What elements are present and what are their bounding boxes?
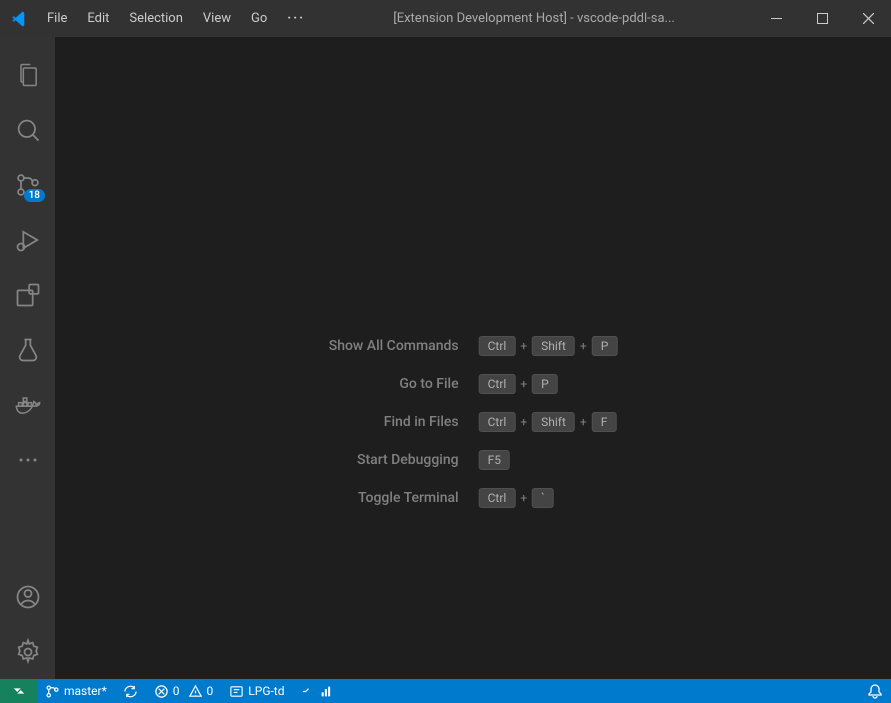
remote-button[interactable] <box>0 679 37 703</box>
branch-button[interactable]: master* <box>37 679 115 703</box>
shortcut-keys: Ctrl + P <box>479 374 618 394</box>
sync-button[interactable] <box>115 679 146 703</box>
settings-icon[interactable] <box>0 624 55 679</box>
source-control-icon[interactable]: 18 <box>0 157 55 212</box>
window-title: [Extension Development Host] - vscode-pd… <box>315 11 753 26</box>
key-plus: + <box>580 339 587 353</box>
vscode-logo <box>0 10 37 28</box>
shortcut-label: Start Debugging <box>329 452 459 468</box>
key-plus: + <box>580 415 587 429</box>
key: P <box>532 374 558 394</box>
key: Ctrl <box>479 412 516 432</box>
shortcut-label: Go to File <box>329 376 459 392</box>
key: ` <box>532 488 554 508</box>
shortcut-keys: F5 <box>479 450 618 470</box>
status-bar: master* 0 0 LPG-td <box>0 679 891 703</box>
key-plus: + <box>520 415 527 429</box>
key: F5 <box>479 450 510 470</box>
key: Shift <box>532 412 575 432</box>
menu-edit[interactable]: Edit <box>77 5 119 32</box>
key: P <box>592 336 618 356</box>
scm-badge: 18 <box>24 189 45 202</box>
planner-name: LPG-td <box>248 684 284 698</box>
error-count: 0 <box>173 684 180 698</box>
activity-bar: 18 <box>0 37 55 679</box>
key-plus: + <box>520 377 527 391</box>
key: Ctrl <box>479 336 516 356</box>
shortcut-keys: Ctrl + Shift + F <box>479 412 618 432</box>
key: F <box>592 412 617 432</box>
shortcut-label: Show All Commands <box>329 338 459 354</box>
test-icon[interactable] <box>0 322 55 377</box>
key: Ctrl <box>479 374 516 394</box>
minimize-button[interactable] <box>753 0 799 37</box>
menu-view[interactable]: View <box>193 5 241 32</box>
key-plus: + <box>520 339 527 353</box>
explorer-icon[interactable] <box>0 47 55 102</box>
welcome-shortcuts: Show All Commands Ctrl + Shift + P Go to… <box>329 336 618 508</box>
menu-bar: File Edit Selection View Go ··· <box>37 5 315 32</box>
debug-icon[interactable] <box>0 212 55 267</box>
docker-icon[interactable] <box>0 377 55 432</box>
titlebar: File Edit Selection View Go ··· [Extensi… <box>0 0 891 37</box>
menu-file[interactable]: File <box>37 5 77 32</box>
graph-button[interactable] <box>293 679 341 703</box>
extensions-icon[interactable] <box>0 267 55 322</box>
warning-count: 0 <box>207 684 214 698</box>
maximize-button[interactable] <box>799 0 845 37</box>
planner-button[interactable]: LPG-td <box>221 679 292 703</box>
key: Ctrl <box>479 488 516 508</box>
close-button[interactable] <box>845 0 891 37</box>
key-plus: + <box>520 491 527 505</box>
notifications-button[interactable] <box>859 679 891 703</box>
menu-go[interactable]: Go <box>241 5 277 32</box>
main-area: 18 Show All Commands Ctrl <box>0 37 891 679</box>
shortcut-label: Find in Files <box>329 414 459 430</box>
shortcut-keys: Ctrl + ` <box>479 488 618 508</box>
account-icon[interactable] <box>0 569 55 624</box>
window-controls <box>753 0 891 37</box>
shortcut-keys: Ctrl + Shift + P <box>479 336 618 356</box>
menu-more-icon[interactable]: ··· <box>277 5 315 32</box>
menu-selection[interactable]: Selection <box>119 5 192 32</box>
shortcut-label: Toggle Terminal <box>329 490 459 506</box>
more-icon[interactable] <box>0 432 55 487</box>
branch-name: master* <box>64 684 107 698</box>
search-icon[interactable] <box>0 102 55 157</box>
key: Shift <box>532 336 575 356</box>
editor-area: Show All Commands Ctrl + Shift + P Go to… <box>55 37 891 679</box>
problems-button[interactable]: 0 0 <box>146 679 222 703</box>
